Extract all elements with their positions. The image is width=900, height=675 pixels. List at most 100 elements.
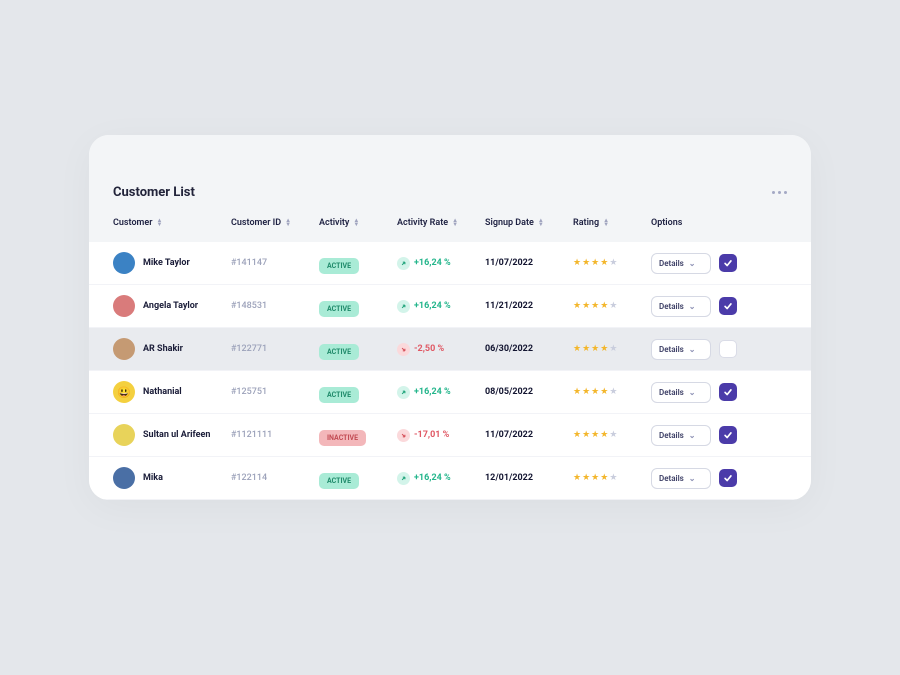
customer-cell: Mike Taylor — [113, 252, 223, 274]
row-checkbox[interactable] — [719, 340, 737, 358]
row-checkbox[interactable] — [719, 469, 737, 487]
customer-id: #125751 — [231, 387, 311, 397]
star-icon: ★ — [591, 387, 599, 397]
customer-id: #141147 — [231, 258, 311, 268]
star-icon: ★ — [600, 387, 608, 397]
details-button[interactable]: Details⌄ — [651, 339, 711, 360]
customer-cell: AR Shakir — [113, 338, 223, 360]
customer-id: #122114 — [231, 473, 311, 483]
rating-stars: ★★★★★ — [573, 258, 643, 268]
avatar — [113, 252, 135, 274]
status-badge: ACTIVE — [319, 258, 359, 274]
star-icon: ★ — [573, 344, 581, 354]
col-activity-rate[interactable]: Activity Rate ▲▼ — [397, 218, 477, 228]
details-label: Details — [659, 345, 684, 354]
avatar: 😃 — [113, 381, 135, 403]
avatar — [113, 338, 135, 360]
details-label: Details — [659, 431, 684, 440]
table-row[interactable]: Mika#122114ACTIVE+16,24 %12/01/2022★★★★★… — [89, 457, 811, 500]
star-icon: ★ — [609, 301, 617, 311]
table-row[interactable]: Sultan ul Arifeen#1121111INACTIVE-17,01 … — [89, 414, 811, 457]
rating-stars: ★★★★★ — [573, 473, 643, 483]
row-checkbox[interactable] — [719, 383, 737, 401]
arrow-down-right-icon — [397, 429, 410, 442]
details-button[interactable]: Details ⌄ — [651, 468, 711, 489]
rating-stars: ★★★★★ — [573, 301, 643, 311]
customer-cell: Mika — [113, 467, 223, 489]
status-badge: ACTIVE — [319, 344, 359, 360]
row-checkbox[interactable] — [719, 426, 737, 444]
customer-name: Sultan ul Arifeen — [143, 430, 210, 440]
col-customer-id[interactable]: Customer ID ▲▼ — [231, 218, 311, 228]
star-icon: ★ — [600, 430, 608, 440]
arrow-up-right-icon — [397, 472, 410, 485]
signup-date: 06/30/2022 — [485, 344, 565, 354]
activity-rate: -2,50 % — [397, 343, 477, 356]
chevron-down-icon: ⌄ — [689, 259, 696, 268]
star-icon: ★ — [582, 387, 590, 397]
table-row[interactable]: AR Shakir#122771ACTIVE-2,50 %06/30/2022★… — [89, 328, 811, 371]
arrow-up-right-icon — [397, 300, 410, 313]
signup-date: 11/21/2022 — [485, 301, 565, 311]
rate-value: +16,24 % — [414, 258, 451, 268]
signup-date: 12/01/2022 — [485, 473, 565, 483]
sort-icon: ▲▼ — [603, 219, 609, 227]
details-button[interactable]: Details⌄ — [651, 253, 711, 274]
rate-value: +16,24 % — [414, 301, 451, 311]
col-signup-date[interactable]: Signup Date ▲▼ — [485, 218, 565, 228]
avatar — [113, 467, 135, 489]
more-options-icon[interactable] — [772, 191, 787, 194]
avatar — [113, 424, 135, 446]
star-icon: ★ — [573, 258, 581, 268]
chevron-down-icon: ⌄ — [689, 388, 696, 397]
arrow-up-right-icon — [397, 386, 410, 399]
star-icon: ★ — [600, 301, 608, 311]
star-icon: ★ — [582, 258, 590, 268]
star-icon: ★ — [591, 473, 599, 483]
details-label: Details — [659, 474, 684, 483]
sort-icon: ▲▼ — [156, 219, 162, 227]
col-customer[interactable]: Customer ▲▼ — [113, 218, 223, 228]
row-checkbox[interactable] — [719, 297, 737, 315]
activity-rate: +16,24 % — [397, 386, 477, 399]
star-icon: ★ — [573, 301, 581, 311]
star-icon: ★ — [609, 473, 617, 483]
star-icon: ★ — [609, 387, 617, 397]
star-icon: ★ — [600, 344, 608, 354]
col-activity[interactable]: Activity ▲▼ — [319, 218, 389, 228]
row-checkbox[interactable] — [719, 254, 737, 272]
customer-cell: Sultan ul Arifeen — [113, 424, 223, 446]
activity-rate: -17,01 % — [397, 429, 477, 442]
rating-stars: ★★★★★ — [573, 344, 643, 354]
star-icon: ★ — [582, 301, 590, 311]
details-button[interactable]: Details⌄ — [651, 296, 711, 317]
table-row[interactable]: 😃Nathanial#125751ACTIVE+16,24 %08/05/202… — [89, 371, 811, 414]
star-icon: ★ — [573, 473, 581, 483]
signup-date: 11/07/2022 — [485, 430, 565, 440]
customer-name: AR Shakir — [143, 344, 183, 354]
rating-stars: ★★★★★ — [573, 430, 643, 440]
customer-cell: Angela Taylor — [113, 295, 223, 317]
star-icon: ★ — [582, 344, 590, 354]
customer-cell: 😃Nathanial — [113, 381, 223, 403]
table-row[interactable]: Mike Taylor #141147 ACTIVE +16,24 % 11/07/20… — [89, 242, 811, 285]
details-button[interactable]: Details⌄ — [651, 425, 711, 446]
signup-date: 11/07/2022 — [485, 258, 565, 268]
activity-rate: +16,24 % — [397, 257, 477, 270]
details-button[interactable]: Details⌄ — [651, 382, 711, 403]
star-icon: ★ — [609, 430, 617, 440]
star-icon: ★ — [573, 387, 581, 397]
star-icon: ★ — [591, 258, 599, 268]
star-icon: ★ — [600, 258, 608, 268]
avatar — [113, 295, 135, 317]
customer-name: Mike Taylor — [143, 258, 190, 268]
sort-icon: ▲▼ — [285, 219, 291, 227]
star-icon: ★ — [582, 430, 590, 440]
customer-name: Mika — [143, 473, 163, 483]
chevron-down-icon: ⌄ — [689, 474, 696, 483]
card-header: Customer List Customer ▲▼ Customer ID ▲▼… — [89, 135, 811, 242]
star-icon: ★ — [582, 473, 590, 483]
table-row[interactable]: Angela Taylor#148531ACTIVE+16,24 %11/21/… — [89, 285, 811, 328]
col-rating[interactable]: Rating ▲▼ — [573, 218, 643, 228]
rate-value: +16,24 % — [414, 473, 451, 483]
